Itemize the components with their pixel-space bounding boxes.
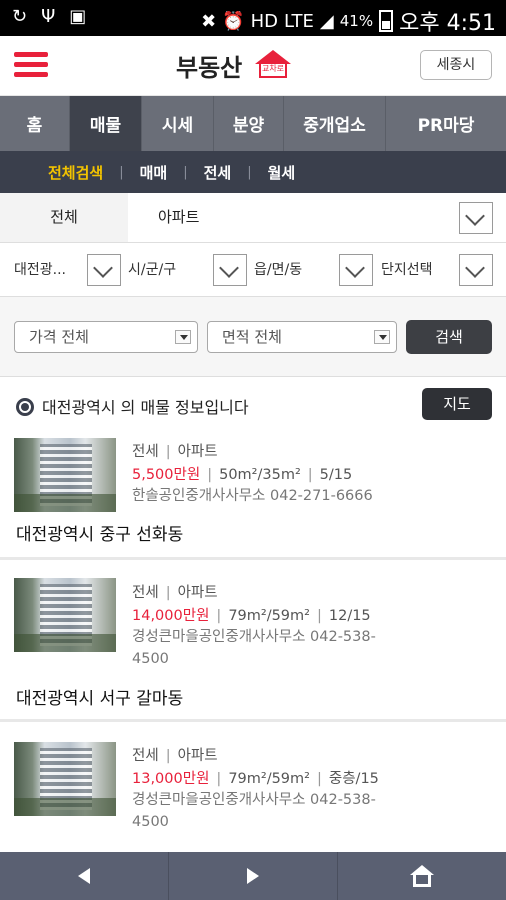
listing-price: 5,500만원 (132, 467, 201, 483)
listing-price: 13,000만원 (132, 771, 210, 787)
map-button[interactable]: 지도 (422, 388, 492, 420)
listing-area: 50m²/35m² (219, 467, 301, 483)
results-info-bar: 대전광역시 의 매물 정보입니다 지도 (0, 378, 506, 430)
nav-market-price[interactable]: 시세 (142, 96, 214, 151)
brand-title[interactable]: 부동산 (176, 48, 242, 83)
listing-agent: 경성큰마을공인중개사사무소 042-538-4500 (132, 792, 376, 830)
deal-type: 전세 (132, 444, 159, 460)
city-select[interactable]: 시/군/구 (128, 243, 176, 297)
nav-listings[interactable]: 매물 (70, 96, 142, 151)
listing-area: 79m²/59m² (228, 771, 310, 787)
deal-type: 전세 (132, 748, 159, 764)
hd-icon: HD (250, 10, 278, 32)
location-filter-bar: 대전광... 시/군/구 읍/면/동 단지선택 (0, 243, 506, 297)
battery-icon (379, 10, 394, 32)
nav-agencies[interactable]: 중개업소 (284, 96, 386, 151)
brand-mark-label: 교차로 (259, 62, 287, 78)
radio-icon (16, 398, 34, 416)
type-all-tab[interactable]: 전체 (0, 193, 128, 242)
price-select-label: 가격 전체 (29, 328, 89, 346)
divider: | (247, 164, 252, 180)
listing-area: 79m²/59m² (228, 608, 310, 624)
listing-floor: 중층/15 (328, 771, 379, 787)
deal-type: 전세 (132, 585, 159, 601)
price-area-filter-bar: 가격 전체 면적 전체 검색 (0, 297, 506, 377)
town-select[interactable]: 읍/면/동 (254, 243, 302, 297)
divider: | (119, 164, 124, 180)
system-icons: ✖ ⏰ HD LTE ◢ 41% 오후 4:51 (201, 5, 496, 37)
home-button[interactable] (338, 852, 506, 900)
chevron-down-icon (374, 330, 390, 344)
property-type-bar: 전체 아파트 (0, 193, 506, 243)
listing-detail-line: 13,000만원 | 79m²/59m² | 중층/15 (132, 771, 379, 787)
listing-type-line: 전세 | 아파트 (132, 748, 218, 764)
main-nav: 홈 매물 시세 분양 중개업소 PR마당 (0, 96, 506, 151)
search-button[interactable]: 검색 (406, 320, 492, 354)
listing-detail-line: 14,000만원 | 79m²/59m² | 12/15 (132, 608, 371, 624)
list-item[interactable]: 전세 | 아파트 14,000만원 | 79m²/59m² | 12/15 경성큰마을공인중… (0, 562, 506, 722)
property-type: 아파트 (177, 748, 218, 764)
listing-price: 14,000만원 (132, 608, 210, 624)
listing-address[interactable]: 대전광역시 중구 선화동 (16, 520, 183, 545)
subnav-jeonse[interactable]: 전세 (204, 162, 232, 183)
area-select[interactable]: 면적 전체 (207, 321, 397, 353)
sub-nav: 전체검색 | 매매 | 전세 | 월세 (0, 151, 506, 193)
listing-type-line: 전세 | 아파트 (132, 585, 218, 601)
app-header: 부동산 교차로 세종시 (0, 36, 506, 96)
status-bar: ↻ Ψ ▣ ✖ ⏰ HD LTE ◢ 41% 오후 4:51 (0, 0, 506, 36)
town-dropdown-icon[interactable] (339, 254, 373, 286)
image-icon: ▣ (69, 6, 87, 27)
signal-icon: ◢ (319, 10, 334, 32)
hamburger-menu-icon[interactable] (14, 52, 48, 78)
province-select[interactable]: 대전광... (14, 243, 66, 297)
usb-icon: Ψ (41, 6, 56, 27)
alarm-icon: ⏰ (222, 10, 245, 32)
type-dropdown-icon[interactable] (459, 202, 493, 234)
listing-type-line: 전세 | 아파트 (132, 444, 218, 460)
back-button[interactable] (0, 852, 169, 900)
property-type: 아파트 (177, 444, 218, 460)
forward-button[interactable] (169, 852, 338, 900)
app-notification-icon: ↻ (12, 6, 28, 27)
province-dropdown-icon[interactable] (87, 254, 121, 286)
list-item[interactable]: 전세 | 아파트 13,000만원 | 79m²/59m² | 중층/15 경성큰마을공인중… (0, 724, 506, 852)
subnav-monthly[interactable]: 월세 (268, 162, 296, 183)
home-icon (410, 865, 434, 887)
listing-photo[interactable] (14, 742, 116, 816)
subnav-sale[interactable]: 매매 (140, 162, 168, 183)
notification-icons: ↻ Ψ ▣ (12, 6, 86, 27)
complex-select[interactable]: 단지선택 (381, 243, 433, 297)
listing-address[interactable]: 대전광역시 서구 갈마동 (16, 684, 183, 709)
clock: 오후 4:51 (399, 11, 496, 36)
complex-dropdown-icon[interactable] (459, 254, 493, 286)
nav-pr[interactable]: PR마당 (386, 96, 506, 151)
city-dropdown-icon[interactable] (213, 254, 247, 286)
bottom-nav (0, 852, 506, 900)
nav-home[interactable]: 홈 (0, 96, 70, 151)
price-select[interactable]: 가격 전체 (14, 321, 198, 353)
listing-floor: 12/15 (328, 608, 371, 624)
battery-percent: 41% (339, 12, 374, 30)
chevron-down-icon (175, 330, 191, 344)
mute-icon: ✖ (201, 10, 217, 32)
divider: | (183, 164, 188, 180)
list-item[interactable]: 전세 | 아파트 5,500만원 | 50m²/35m² | 5/15 한솔공인중개사사무소… (0, 430, 506, 560)
listing-photo[interactable] (14, 578, 116, 652)
results-info-text: 대전광역시 의 매물 정보입니다 (42, 398, 249, 417)
listing-floor: 5/15 (319, 467, 353, 483)
arrow-left-icon (78, 868, 90, 884)
network-indicator: LTE (284, 10, 314, 32)
type-selected-label[interactable]: 아파트 (158, 193, 199, 242)
property-type: 아파트 (177, 585, 218, 601)
listing-agent: 경성큰마을공인중개사사무소 042-538-4500 (132, 629, 376, 667)
subnav-all-search[interactable]: 전체검색 (48, 162, 103, 183)
listing-photo[interactable] (14, 438, 116, 512)
region-select-button[interactable]: 세종시 (420, 50, 492, 80)
listing-detail-line: 5,500만원 | 50m²/35m² | 5/15 (132, 467, 353, 483)
nav-presale[interactable]: 분양 (214, 96, 284, 151)
area-select-label: 면적 전체 (222, 328, 282, 346)
arrow-right-icon (247, 868, 259, 884)
listing-agent: 한솔공인중개사사무소 042-271-6666 (132, 488, 373, 504)
house-logo-icon: 교차로 (253, 48, 293, 80)
